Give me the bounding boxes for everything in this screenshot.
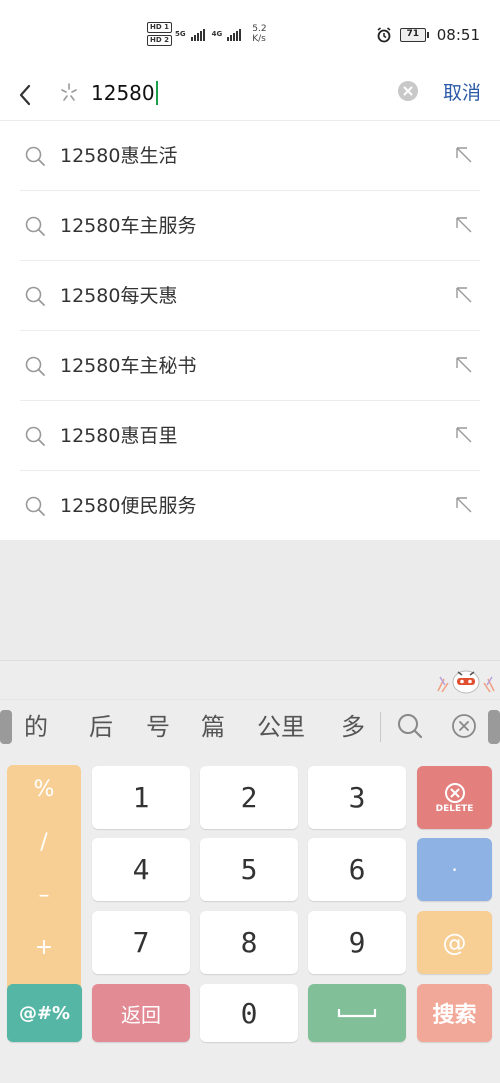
cancel-button[interactable]: 取消 xyxy=(443,78,481,108)
arrow-up-left-icon[interactable] xyxy=(454,425,474,445)
close-icon[interactable] xyxy=(451,713,477,739)
mascot-icon[interactable] xyxy=(436,665,496,695)
text-cursor xyxy=(155,81,158,105)
signal-icon xyxy=(190,27,205,41)
hd-badge-1: HD 1 xyxy=(147,22,172,33)
candidate-word[interactable]: 公里 xyxy=(257,710,305,744)
suggestion-text: 12580惠生活 xyxy=(60,145,178,167)
candidate-word[interactable]: 的 xyxy=(24,710,48,744)
digit-key[interactable]: 4 xyxy=(92,838,190,901)
candidate-word[interactable]: 号 xyxy=(146,710,170,744)
search-icon xyxy=(25,496,45,516)
clock: 08:51 xyxy=(436,26,480,44)
at-key[interactable]: @ xyxy=(417,911,492,974)
suggestion-text: 12580车主秘书 xyxy=(60,355,197,377)
delete-button[interactable]: DELETE xyxy=(417,766,492,829)
search-icon xyxy=(25,286,45,306)
symbol-switch-button[interactable]: @#% xyxy=(7,984,82,1042)
arrow-up-left-icon[interactable] xyxy=(454,285,474,305)
digit-key[interactable]: 5 xyxy=(200,838,298,901)
network-status: HD 1 HD 2 5G 4G 5.2 K/s xyxy=(147,22,267,46)
suggestion-text: 12580每天惠 xyxy=(60,285,178,307)
digit-key[interactable]: 2 xyxy=(200,766,298,829)
signal-icon xyxy=(227,27,242,41)
network-speed: 5.2 K/s xyxy=(252,24,267,44)
suggestion-item[interactable]: 12580惠百里 xyxy=(0,401,500,471)
search-icon xyxy=(25,216,45,236)
delete-icon xyxy=(444,782,465,803)
search-icon xyxy=(25,356,45,376)
search-icon xyxy=(25,146,45,166)
suggestion-item[interactable]: 12580惠生活 xyxy=(0,121,500,191)
arrow-up-left-icon[interactable] xyxy=(454,145,474,165)
chevron-left-icon xyxy=(19,84,31,106)
suggestion-item[interactable]: 12580每天惠 xyxy=(0,261,500,331)
battery-icon: 71 xyxy=(399,28,429,42)
network-type-2: 4G xyxy=(211,30,223,38)
space-key[interactable] xyxy=(308,984,406,1042)
alarm-icon xyxy=(377,27,391,43)
loading-spinner-icon xyxy=(61,83,77,101)
dot-key[interactable]: · xyxy=(417,838,492,901)
left-handle[interactable] xyxy=(0,710,12,744)
symbol-key[interactable]: % xyxy=(7,777,81,802)
digit-key[interactable]: 6 xyxy=(308,838,406,901)
keyboard: 的 后 号 篇 公里 多 % / – + 1 2 3 DELETE 4 5 6 … xyxy=(0,660,500,1083)
arrow-up-left-icon[interactable] xyxy=(454,355,474,375)
suggestion-text: 12580车主服务 xyxy=(60,215,197,237)
digit-key[interactable]: 8 xyxy=(200,911,298,974)
search-bar: 12580 取消 xyxy=(0,70,500,120)
digit-key[interactable]: 0 xyxy=(200,984,298,1042)
suggestion-text: 12580惠百里 xyxy=(60,425,178,447)
empty-area xyxy=(0,540,500,660)
candidate-word[interactable]: 篇 xyxy=(201,710,225,744)
suggestion-text: 12580便民服务 xyxy=(60,495,197,517)
suggestion-item[interactable]: 12580车主服务 xyxy=(0,191,500,261)
digit-key[interactable]: 1 xyxy=(92,766,190,829)
digit-key[interactable]: 7 xyxy=(92,911,190,974)
system-status: 71 08:51 xyxy=(376,26,480,44)
symbol-key[interactable]: – xyxy=(7,883,81,908)
search-icon[interactable] xyxy=(396,712,424,740)
back-button[interactable] xyxy=(12,78,38,112)
search-query: 12580 xyxy=(91,81,155,105)
clear-circle-icon xyxy=(403,86,413,96)
digit-key[interactable]: 9 xyxy=(308,911,406,974)
network-type-1: 5G xyxy=(174,30,186,38)
suggestion-list: 12580惠生活 12580车主服务 12580每天惠 12580车主秘书 12… xyxy=(0,121,500,540)
suggestion-item[interactable]: 12580便民服务 xyxy=(0,471,500,541)
status-bar: HD 1 HD 2 5G 4G 5.2 K/s 71 08:51 xyxy=(0,0,500,70)
clear-button[interactable] xyxy=(398,81,418,101)
search-input[interactable]: 12580 xyxy=(91,78,158,108)
symbol-key[interactable]: + xyxy=(7,935,81,960)
right-handle[interactable] xyxy=(488,710,500,744)
candidate-word[interactable]: 后 xyxy=(89,710,113,744)
back-key[interactable]: 返回 xyxy=(92,984,190,1042)
space-icon xyxy=(337,1009,377,1018)
search-button[interactable]: 搜索 xyxy=(417,984,492,1042)
arrow-up-left-icon[interactable] xyxy=(454,215,474,235)
candidate-bar: 的 后 号 篇 公里 多 xyxy=(0,699,500,754)
hd-badge-2: HD 2 xyxy=(147,35,172,46)
digit-key[interactable]: 3 xyxy=(308,766,406,829)
candidate-word[interactable]: 多 xyxy=(341,710,365,744)
suggestion-item[interactable]: 12580车主秘书 xyxy=(0,331,500,401)
search-icon xyxy=(25,426,45,446)
arrow-up-left-icon[interactable] xyxy=(454,495,474,515)
symbol-key[interactable]: / xyxy=(7,830,81,855)
